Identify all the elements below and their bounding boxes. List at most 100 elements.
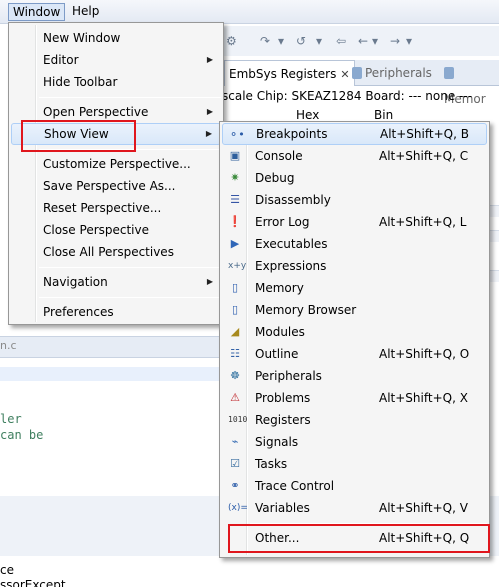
menu-bar: Window Help xyxy=(0,0,499,24)
menu-item-label: Show View xyxy=(44,127,109,141)
view-item-breakpoints[interactable]: ⚬• Breakpoints Alt+Shift+Q, B xyxy=(222,123,487,145)
menu-item-editor[interactable]: Editor ▶ xyxy=(11,49,221,71)
executables-icon: ▶ xyxy=(230,237,240,250)
registers-icon: 1010 xyxy=(228,415,248,424)
menu-item-label: Reset Perspective... xyxy=(43,201,162,215)
view-item-problems[interactable]: ⚠ Problems Alt+Shift+Q, X xyxy=(222,387,487,409)
view-item-signals[interactable]: ⌁ Signals xyxy=(222,431,487,453)
submenu-arrow-icon: ▶ xyxy=(206,277,213,286)
submenu-arrow-icon: ▶ xyxy=(205,129,212,138)
memory-icon: ▯ xyxy=(231,281,239,294)
back-arrow-icon[interactable]: ⇦ xyxy=(336,34,346,48)
view-item-label: Debug xyxy=(255,171,295,185)
toolbar-navigate-icon[interactable]: ↺ xyxy=(296,34,306,48)
menu-item-show-view[interactable]: Show View ▶ xyxy=(11,123,221,145)
menu-item-label: New Window xyxy=(43,31,121,45)
code-comment-line: ler xyxy=(0,412,22,426)
view-item-label: Registers xyxy=(255,413,311,427)
toolbar-dropdown-icon[interactable]: ▾ xyxy=(372,34,378,48)
menu-separator xyxy=(250,523,487,524)
view-item-label: Disassembly xyxy=(255,193,331,207)
submenu-arrow-icon: ▶ xyxy=(206,107,213,116)
view-item-peripherals[interactable]: ☸ Peripherals xyxy=(222,365,487,387)
view-tab-bar: EmbSys Registers ✕ Peripherals Memor xyxy=(220,60,499,106)
back-history-icon[interactable]: ← xyxy=(358,34,368,48)
view-item-label: Error Log xyxy=(255,215,310,229)
peripherals-icon xyxy=(352,67,362,79)
menu-item-label: Customize Perspective... xyxy=(43,157,191,171)
toolbar-dropdown-icon[interactable]: ▾ xyxy=(316,34,322,48)
menu-item-close-perspective[interactable]: Close Perspective xyxy=(11,219,221,241)
view-item-other[interactable]: Other... Alt+Shift+Q, Q xyxy=(222,527,487,549)
menu-item-label: Navigation xyxy=(43,275,108,289)
view-item-trace-control[interactable]: ⚭ Trace Control xyxy=(222,475,487,497)
memory-icon xyxy=(444,67,454,79)
bottom-text-line: ce xyxy=(0,563,14,577)
view-item-modules[interactable]: ◢ Modules xyxy=(222,321,487,343)
problems-icon: ⚠ xyxy=(230,391,240,404)
menu-item-label: Hide Toolbar xyxy=(43,75,118,89)
toolbar-dropdown-icon[interactable]: ▾ xyxy=(278,34,284,48)
memory-browser-icon: ▯ xyxy=(231,303,239,316)
view-item-label: Other... xyxy=(255,531,300,545)
tab-peripherals[interactable]: Peripherals xyxy=(348,60,436,86)
view-item-shortcut: Alt+Shift+Q, L xyxy=(379,215,467,229)
toolbar-sync-icon[interactable]: ⚙ xyxy=(226,34,237,48)
view-item-variables[interactable]: (x)= Variables Alt+Shift+Q, V xyxy=(222,497,487,519)
view-item-disassembly[interactable]: ☰ Disassembly xyxy=(222,189,487,211)
view-item-label: Memory xyxy=(255,281,304,295)
menu-item-hide-toolbar[interactable]: Hide Toolbar xyxy=(11,71,221,93)
menu-separator xyxy=(39,97,221,98)
menu-item-close-all-perspectives[interactable]: Close All Perspectives xyxy=(11,241,221,263)
view-item-label: Memory Browser xyxy=(255,303,357,317)
forward-arrow-icon[interactable]: → xyxy=(390,34,400,48)
view-item-executables[interactable]: ▶ Executables xyxy=(222,233,487,255)
peripherals-icon: ☸ xyxy=(230,369,240,382)
view-item-label: Expressions xyxy=(255,259,327,273)
menu-item-reset-perspective[interactable]: Reset Perspective... xyxy=(11,197,221,219)
view-item-memory[interactable]: ▯ Memory xyxy=(222,277,487,299)
view-item-shortcut: Alt+Shift+Q, O xyxy=(379,347,470,361)
disassembly-icon: ☰ xyxy=(230,193,240,206)
show-view-submenu: ⚬• Breakpoints Alt+Shift+Q, B ▣ Console … xyxy=(219,121,490,558)
editor-tab-filename[interactable]: n.c xyxy=(0,339,17,352)
view-item-shortcut: Alt+Shift+Q, Q xyxy=(379,531,470,545)
menu-item-label: Open Perspective xyxy=(43,105,149,119)
toolbar-dropdown-icon[interactable]: ▾ xyxy=(406,34,412,48)
menu-item-preferences[interactable]: Preferences xyxy=(11,301,221,323)
view-item-console[interactable]: ▣ Console Alt+Shift+Q, C xyxy=(222,145,487,167)
view-item-expressions[interactable]: x+y Expressions xyxy=(222,255,487,277)
breakpoints-icon: ⚬• xyxy=(229,128,245,141)
main-toolbar: ⚙ ↷ ▾ ↺ ▾ ⇦ ← ▾ → ▾ xyxy=(220,26,499,56)
view-item-debug[interactable]: ✷ Debug xyxy=(222,167,487,189)
tab-embsys-registers[interactable]: EmbSys Registers ✕ xyxy=(224,60,355,86)
outline-icon: ☷ xyxy=(230,347,240,360)
view-item-outline[interactable]: ☷ Outline Alt+Shift+Q, O xyxy=(222,343,487,365)
menu-separator xyxy=(39,149,221,150)
view-item-label: Tasks xyxy=(255,457,288,471)
menu-item-label: Save Perspective As... xyxy=(43,179,176,193)
debug-icon: ✷ xyxy=(230,171,240,184)
view-item-registers[interactable]: 1010 Registers xyxy=(222,409,487,431)
menu-item-save-perspective-as[interactable]: Save Perspective As... xyxy=(11,175,221,197)
trace-control-icon: ⚭ xyxy=(230,479,240,492)
bottom-text-line: ssorExcept xyxy=(0,578,66,587)
view-item-label: Problems xyxy=(255,391,311,405)
toolbar-step-icon[interactable]: ↷ xyxy=(260,34,270,48)
view-item-tasks[interactable]: ☑ Tasks xyxy=(222,453,487,475)
menu-item-open-perspective[interactable]: Open Perspective ▶ xyxy=(11,101,221,123)
menu-item-new-window[interactable]: New Window xyxy=(11,27,221,49)
tab-memory[interactable]: Memor xyxy=(440,60,499,106)
menubar-window[interactable]: Window xyxy=(8,3,66,21)
menu-item-customize-perspective[interactable]: Customize Perspective... xyxy=(11,153,221,175)
menu-item-label: Close Perspective xyxy=(43,223,150,237)
view-item-error-log[interactable]: ❗ Error Log Alt+Shift+Q, L xyxy=(222,211,487,233)
tab-embsys-registers-label: EmbSys Registers xyxy=(229,67,337,81)
error-log-icon: ❗ xyxy=(228,215,242,228)
view-item-memory-browser[interactable]: ▯ Memory Browser xyxy=(222,299,487,321)
modules-icon: ◢ xyxy=(230,325,240,338)
editor-tab-bar: n.c xyxy=(0,336,230,358)
menubar-help[interactable]: Help xyxy=(68,3,103,21)
tasks-icon: ☑ xyxy=(230,457,240,470)
menu-item-navigation[interactable]: Navigation ▶ xyxy=(11,271,221,293)
